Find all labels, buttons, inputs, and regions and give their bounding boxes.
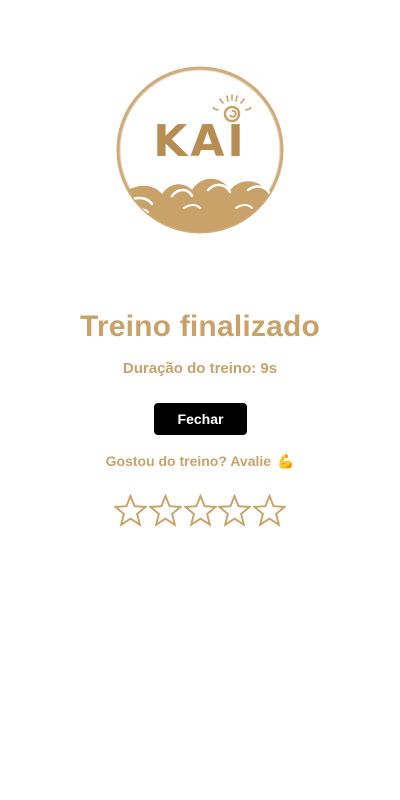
close-button[interactable]: Fechar: [154, 403, 247, 435]
star-outline-icon[interactable]: [114, 494, 147, 527]
training-finished-screen: KAI Treino finalizado Duração do treino:…: [0, 0, 400, 800]
star-outline-icon[interactable]: [183, 494, 217, 527]
star-outline-icon[interactable]: [253, 494, 286, 527]
rating-prompt: Gostou do treino? Avalie 💪: [0, 453, 400, 470]
rating-prompt-text: Gostou do treino? Avalie: [105, 453, 272, 469]
logo-text: KAI: [153, 116, 247, 167]
training-duration: Duração do treino: 9s: [122, 360, 278, 377]
kai-logo: KAI: [112, 62, 288, 238]
page-title: Treino finalizado: [79, 310, 321, 343]
star-outline-icon[interactable]: [218, 494, 252, 527]
flexed-biceps-icon: 💪: [276, 453, 295, 469]
star-outline-icon[interactable]: [148, 494, 182, 527]
star-rating: [114, 494, 286, 530]
